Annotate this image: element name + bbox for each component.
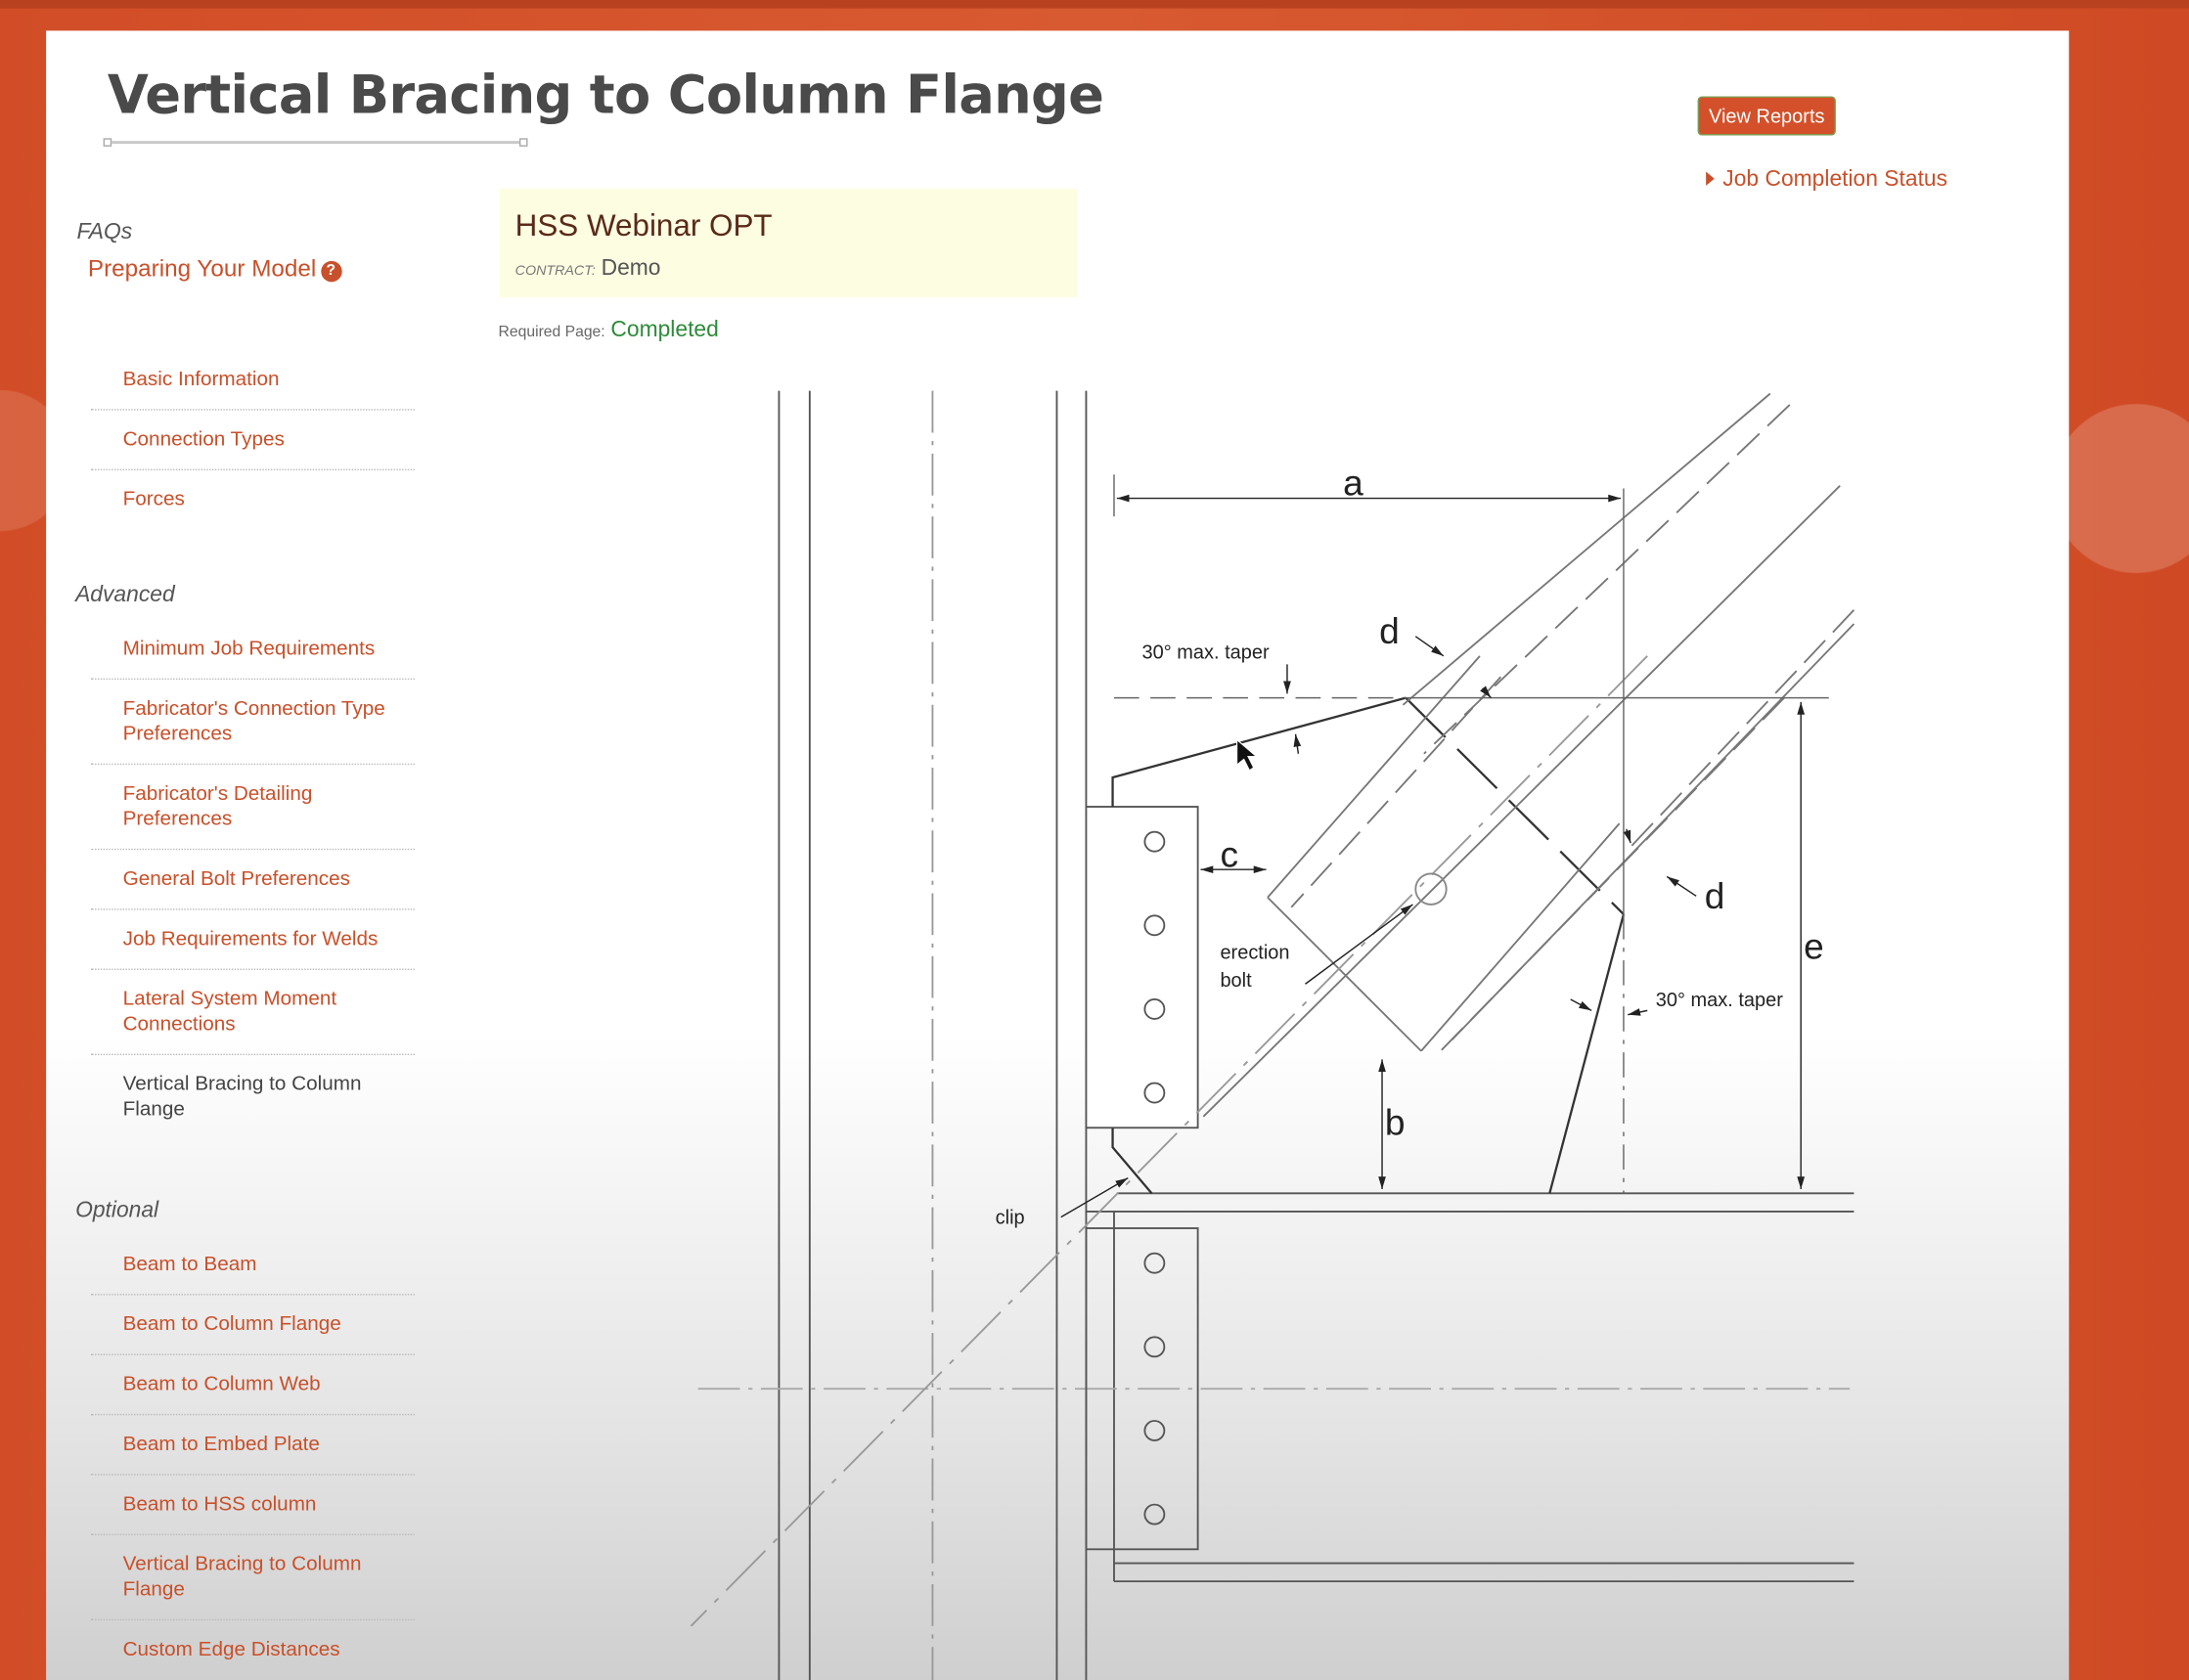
erection-bolt-hole bbox=[1414, 872, 1448, 906]
bolt-label: bolt bbox=[1220, 970, 1252, 992]
beam-lines bbox=[697, 1192, 1854, 1583]
erection-label: erection bbox=[1220, 943, 1289, 964]
column-lines bbox=[778, 390, 1088, 1680]
screen: Vertical Bracing to Column Flange View R… bbox=[0, 0, 2189, 1680]
dim-d-label-right: d bbox=[1705, 875, 1725, 916]
clip-label: clip bbox=[996, 1208, 1025, 1229]
dim-b-label: b bbox=[1385, 1101, 1406, 1142]
dim-d-label-top: d bbox=[1379, 610, 1400, 651]
mouse-cursor bbox=[1236, 738, 1259, 772]
connection-detail-diagram: a b c d d e 30° max. taper 30° max. tape… bbox=[690, 390, 1855, 1680]
taper-label-right: 30° max. taper bbox=[1656, 990, 1783, 1011]
dim-a-label: a bbox=[1343, 463, 1363, 504]
upper-clip-angle bbox=[1085, 806, 1199, 1129]
taper-label-top: 30° max. taper bbox=[1142, 642, 1270, 664]
dim-c-label: c bbox=[1220, 833, 1238, 874]
dim-e-label: e bbox=[1804, 926, 1824, 967]
